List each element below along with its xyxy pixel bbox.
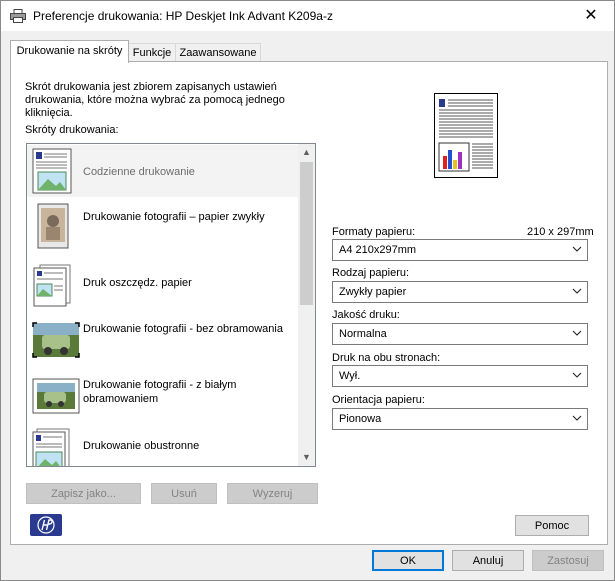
list-item[interactable]: Drukowanie fotografii – papier zwykły	[27, 201, 299, 253]
save-as-button[interactable]: Zapisz jako...	[26, 483, 141, 504]
scroll-up-icon[interactable]: ▲	[298, 144, 315, 161]
list-item[interactable]: Drukowanie fotografii - bez obramowania	[27, 313, 299, 365]
orientation-value: Pionowa	[339, 413, 382, 425]
help-button[interactable]: Pomoc	[515, 515, 589, 536]
apply-button[interactable]: Zastosuj	[532, 550, 604, 571]
list-item-label: Drukowanie fotografii – papier zwykły	[83, 211, 265, 223]
paper-size-text: 210 x 297mm	[527, 226, 594, 238]
paper-format-dropdown[interactable]: A4 210x297mm	[332, 239, 588, 261]
duplex-dropdown[interactable]: Wył.	[332, 365, 588, 387]
shortcuts-label: Skróty drukowania:	[25, 124, 119, 136]
description-text: Skrót drukowania jest zbiorem zapisanych…	[25, 81, 285, 119]
borderless-photo-icon	[32, 322, 80, 358]
paper-saving-icon	[33, 264, 71, 307]
hp-logo-icon	[30, 514, 62, 536]
scrollbar-thumb[interactable]	[300, 162, 313, 305]
reset-button[interactable]: Wyzeruj	[227, 483, 318, 504]
list-item[interactable]: Drukowanie obustronne	[27, 425, 299, 466]
white-border-photo-icon	[32, 378, 80, 414]
shortcuts-scrollbar[interactable]: ▲ ▼	[298, 144, 315, 466]
duplex-value: Wył.	[339, 370, 361, 382]
orientation-label: Orientacja papieru:	[332, 394, 425, 406]
duplex-label: Druk na obu stronach:	[332, 352, 441, 364]
chevron-down-icon	[572, 246, 582, 252]
delete-button[interactable]: Usuń	[151, 483, 217, 504]
shortcuts-list[interactable]: Codzienne drukowanie Drukowanie fotograf…	[26, 143, 316, 467]
ok-button[interactable]: OK	[372, 550, 444, 571]
page-preview-icon	[438, 99, 493, 172]
duplex-icon	[32, 428, 70, 466]
print-quality-value: Normalna	[339, 328, 387, 340]
window-title: Preferencje drukowania: HP Deskjet Ink A…	[33, 9, 333, 23]
list-item-label: Drukowanie fotografii - z białym obramow…	[83, 379, 237, 405]
shortcuts-panel: Skrót drukowania jest zbiorem zapisanych…	[10, 61, 608, 545]
title-bar: Preferencje drukowania: HP Deskjet Ink A…	[1, 1, 614, 31]
list-item-label: Drukowanie obustronne	[83, 440, 200, 452]
cancel-button[interactable]: Anuluj	[452, 550, 524, 571]
chevron-down-icon	[572, 288, 582, 294]
paper-format-label: Formaty papieru:	[332, 226, 416, 238]
print-quality-label: Jakość druku:	[332, 309, 400, 321]
paper-format-value: A4 210x297mm	[339, 244, 417, 256]
chevron-down-icon	[572, 372, 582, 378]
list-item-label: Druk oszczędz. papier	[83, 277, 192, 289]
photo-plain-paper-icon	[37, 203, 69, 249]
document-icon	[32, 148, 72, 194]
list-item-label: Codzienne drukowanie	[83, 166, 195, 178]
tab-features[interactable]: Funkcje	[128, 43, 176, 62]
orientation-dropdown[interactable]: Pionowa	[332, 408, 588, 430]
paper-type-value: Zwykły papier	[339, 286, 407, 298]
print-quality-dropdown[interactable]: Normalna	[332, 323, 588, 345]
chevron-down-icon	[572, 415, 582, 421]
close-button[interactable]: ✕	[568, 1, 614, 31]
print-preferences-dialog: Preferencje drukowania: HP Deskjet Ink A…	[0, 0, 615, 581]
list-item[interactable]: Drukowanie fotografii - z białym obramow…	[27, 369, 299, 421]
paper-type-label: Rodzaj papieru:	[332, 267, 410, 279]
chevron-down-icon	[572, 330, 582, 336]
list-item-label: Drukowanie fotografii - bez obramowania	[83, 323, 283, 335]
list-item[interactable]: Codzienne drukowanie	[27, 145, 299, 197]
list-item[interactable]: Druk oszczędz. papier	[27, 257, 299, 309]
page-preview	[434, 93, 498, 178]
tab-advanced[interactable]: Zaawansowane	[175, 43, 261, 62]
printer-icon	[10, 9, 26, 23]
scroll-down-icon[interactable]: ▼	[298, 449, 315, 466]
tab-printing-shortcuts[interactable]: Drukowanie na skróty	[10, 40, 129, 63]
paper-type-dropdown[interactable]: Zwykły papier	[332, 281, 588, 303]
